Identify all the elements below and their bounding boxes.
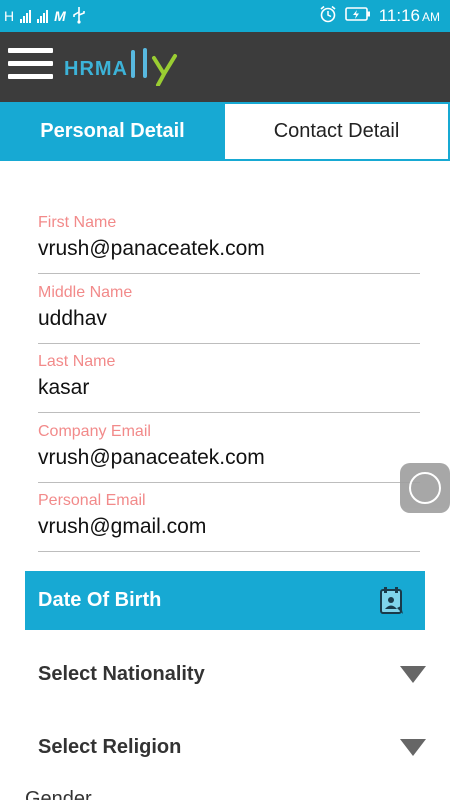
last-name-field[interactable]: Last Name kasar	[38, 353, 420, 413]
middle-name-label: Middle Name	[38, 284, 133, 301]
tab-personal-detail[interactable]: Personal Detail	[0, 102, 225, 161]
network-type-label: H	[4, 8, 15, 24]
last-name-input[interactable]: kasar	[38, 373, 420, 403]
last-name-label: Last Name	[38, 353, 116, 370]
status-bar: H M 11:16 AM	[0, 0, 450, 32]
company-email-input[interactable]: vrush@panaceatek.com	[38, 443, 420, 473]
dropdown-arrow-icon	[400, 665, 426, 683]
company-email-label: Company Email	[38, 423, 151, 440]
alarm-icon	[319, 5, 337, 28]
first-name-field[interactable]: First Name vrush@panaceatek.com	[38, 214, 420, 274]
calendar-icon[interactable]	[379, 586, 405, 622]
status-left: H M	[4, 4, 86, 28]
clock-ampm: AM	[422, 10, 440, 24]
personal-email-field[interactable]: Personal Email vrush@gmail.com	[38, 492, 420, 552]
religion-select[interactable]: Select Religion	[38, 727, 426, 767]
hrmally-logo: HRMA	[64, 48, 188, 86]
middle-name-field[interactable]: Middle Name uddhav	[38, 284, 420, 344]
battery-charging-icon	[344, 6, 371, 27]
status-right: 11:16 AM	[319, 4, 440, 28]
first-name-input[interactable]: vrush@panaceatek.com	[38, 234, 420, 264]
gmail-icon: M	[54, 8, 66, 24]
hamburger-menu-icon[interactable]	[8, 48, 53, 84]
logo-text: HRMA	[64, 58, 128, 80]
personal-email-label: Personal Email	[38, 492, 146, 509]
clock: 11:16 AM	[379, 6, 440, 26]
date-of-birth-label: Date Of Birth	[38, 589, 162, 611]
gender-label-partial: Gender	[25, 788, 92, 800]
personal-email-input[interactable]: vrush@gmail.com	[38, 512, 420, 542]
tab-contact-detail[interactable]: Contact Detail	[225, 102, 450, 161]
nationality-select-label: Select Nationality	[38, 662, 205, 685]
usb-icon	[72, 6, 86, 27]
middle-name-input[interactable]: uddhav	[38, 304, 420, 334]
app-bar: HRMA	[0, 32, 450, 102]
circle-icon	[409, 472, 441, 504]
logo-suffix-graphic	[131, 48, 177, 86]
company-email-field[interactable]: Company Email vrush@panaceatek.com	[38, 423, 420, 483]
detail-tabs: Personal Detail Contact Detail	[0, 102, 450, 161]
assistive-touch-button[interactable]	[400, 463, 450, 513]
dropdown-arrow-icon	[400, 738, 426, 756]
nationality-select[interactable]: Select Nationality	[38, 654, 426, 694]
signal-icon	[20, 9, 32, 23]
religion-select-label: Select Religion	[38, 735, 182, 758]
clock-time: 11:16	[378, 6, 420, 25]
first-name-label: First Name	[38, 214, 117, 231]
signal-icon	[37, 9, 49, 23]
date-of-birth-button[interactable]: Date Of Birth	[25, 571, 425, 630]
